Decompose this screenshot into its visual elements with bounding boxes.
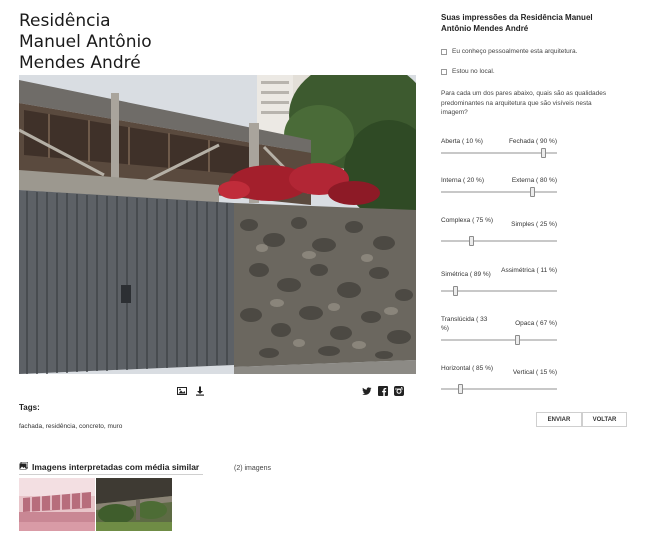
twitter-icon[interactable]: [362, 383, 372, 395]
know-architecture-option[interactable]: Eu conheço pessoalmente esta arquitetura…: [441, 48, 577, 55]
page-title-line: Mendes André: [19, 53, 141, 73]
slider-handle[interactable]: [541, 148, 546, 158]
photos-icon: [19, 461, 29, 472]
slider-track[interactable]: [441, 240, 557, 242]
on-site-checkbox[interactable]: [441, 68, 447, 75]
slider-handle[interactable]: [458, 384, 463, 394]
similar-image-thumbnail[interactable]: [19, 478, 95, 531]
slider-track[interactable]: [441, 290, 557, 292]
slider-track[interactable]: [441, 191, 557, 193]
image-icon[interactable]: [177, 383, 187, 395]
main-photo: [19, 75, 416, 374]
download-icon[interactable]: [195, 383, 205, 396]
divider: [19, 474, 203, 475]
slider-handle[interactable]: [530, 187, 535, 197]
tags-list: fachada, residência, concreto, muro: [19, 423, 123, 430]
back-button[interactable]: VOLTAR: [582, 412, 627, 427]
know-architecture-checkbox[interactable]: [441, 48, 447, 55]
page-title: Residência Manuel Antônio Mendes André: [19, 11, 219, 74]
pair-left-label: Simétrica ( 89 %): [441, 271, 491, 278]
instructions-text: Para cada um dos pares abaixo, quais são…: [441, 90, 607, 116]
similar-images-count: (2) imagens: [234, 465, 271, 472]
slider-handle[interactable]: [453, 286, 458, 296]
page-title-line: Manuel Antônio: [19, 32, 152, 52]
slider-track[interactable]: [441, 339, 557, 341]
on-site-option[interactable]: Estou no local.: [441, 68, 495, 75]
similar-images-title: Imagens interpretadas com média similar: [32, 462, 200, 472]
know-architecture-label: Eu conheço pessoalmente esta arquitetura…: [452, 48, 578, 55]
pair-right-label: Fechada ( 90 %): [508, 138, 557, 145]
similar-image-thumbnail[interactable]: [96, 478, 172, 531]
similar-images-heading: Imagens interpretadas com média similar: [19, 461, 200, 472]
slider-handle[interactable]: [469, 236, 474, 246]
slider-track[interactable]: [441, 152, 557, 154]
pair-right-label: Vertical ( 15 %): [512, 369, 557, 376]
pair-left-label: Complexa ( 75 %): [441, 217, 494, 224]
pair-right-label: Opaca ( 67 %): [515, 320, 557, 327]
pair-left-label: Horizontal ( 85 %): [441, 365, 494, 372]
pair-right-label: Assimétrica ( 11 %): [501, 267, 557, 274]
impressions-title: Suas impressões da Residência Manuel Ant…: [441, 13, 593, 33]
on-site-label: Estou no local.: [452, 68, 495, 75]
pair-left-label: Interna ( 20 %): [441, 177, 484, 184]
pair-right-label: Externa ( 80 %): [511, 177, 557, 184]
facebook-icon[interactable]: [378, 383, 388, 396]
slider-handle[interactable]: [515, 335, 520, 345]
pair-left-label: Aberta ( 10 %): [441, 138, 483, 145]
pair-left-label: Translúcida ( 33 %): [441, 316, 488, 332]
pair-right-label: Simples ( 25 %): [511, 221, 557, 228]
page-title-line: Residência: [19, 11, 111, 31]
instagram-icon[interactable]: [394, 383, 404, 396]
tags-title: Tags:: [19, 403, 40, 412]
send-button[interactable]: ENVIAR: [536, 412, 582, 427]
